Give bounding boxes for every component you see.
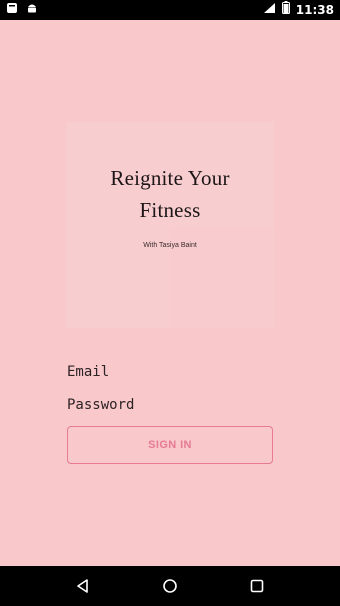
notification-icon — [6, 1, 18, 19]
back-button[interactable] — [63, 566, 103, 606]
password-field[interactable] — [67, 394, 273, 416]
hero-title: Reignite Your Fitness — [66, 162, 274, 226]
hero-card: Reignite Your Fitness With Tasiya Baint — [66, 122, 274, 328]
signal-icon — [263, 1, 276, 19]
home-button[interactable] — [150, 566, 190, 606]
sign-in-button[interactable]: SIGN IN — [67, 426, 273, 464]
hero-subtitle: With Tasiya Baint — [143, 242, 197, 249]
hero-title-line-1: Reignite Your — [110, 166, 230, 190]
recents-icon — [250, 579, 263, 593]
navigation-bar — [0, 566, 340, 606]
status-bar: 11:38 — [0, 0, 340, 20]
battery-icon — [281, 1, 290, 19]
back-icon — [77, 579, 89, 593]
login-screen: 11:38 Reignite Your Fitness With Tasiya … — [0, 0, 340, 606]
status-left-icons — [6, 1, 38, 19]
status-right-icons: 11:38 — [263, 1, 334, 19]
home-icon — [163, 579, 177, 593]
android-icon — [26, 1, 38, 19]
recents-button[interactable] — [237, 566, 277, 606]
hero-title-line-2: Fitness — [139, 198, 201, 222]
status-time: 11:38 — [295, 3, 334, 17]
email-field[interactable] — [67, 361, 273, 383]
